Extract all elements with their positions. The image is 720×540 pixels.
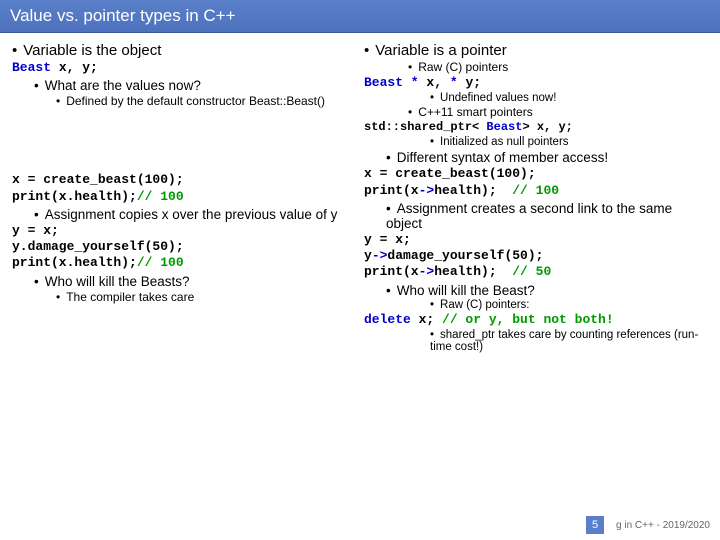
code-text: x; — [411, 312, 442, 327]
sharedptr-text: shared_ptr takes care by counting refere… — [430, 329, 698, 353]
assign-text: Assignment copies x over the previous va… — [45, 207, 338, 222]
comment: // 50 — [497, 264, 552, 279]
slide-title: Value vs. pointer types in C++ — [0, 0, 720, 33]
kw-arrow: -> — [372, 248, 388, 263]
right-initnull: •Initialized as null pointers — [364, 136, 708, 148]
a-text: Defined by the default constructor Beast… — [66, 94, 325, 108]
right-code-shared: std::shared_ptr< Beast> x, y; — [364, 120, 708, 135]
code-line: y = x; — [12, 223, 59, 238]
left-q-values: •What are the values now? — [12, 78, 356, 93]
kw-arrow: -> — [419, 264, 435, 279]
code-text: x, y; — [51, 60, 98, 75]
right-kill-q: •Who will kill the Beast? — [364, 283, 708, 298]
right-sharedptr-note: •shared_ptr takes care by counting refer… — [364, 329, 708, 353]
code-text: std::shared_ptr< — [364, 120, 486, 134]
code-line: print(x.health); — [12, 255, 137, 270]
code-text: print(x — [364, 264, 419, 279]
slide-footer: 5 g in C++ - 2019/2020 — [586, 516, 710, 534]
comment: // 100 — [137, 255, 184, 270]
left-a-defined: •Defined by the default constructor Beas… — [12, 94, 356, 108]
code-text: health); — [434, 183, 496, 198]
comment: // 100 — [137, 189, 184, 204]
rawc-text: Raw (C) pointers — [418, 60, 508, 74]
right-undef: •Undefined values now! — [364, 92, 708, 104]
left-kill-q: •Who will kill the Beasts? — [12, 274, 356, 289]
kill-a-text: The compiler takes care — [66, 290, 194, 304]
right-rawc: •Raw (C) pointers — [364, 60, 708, 74]
right-rawptr-note: •Raw (C) pointers: — [364, 299, 708, 311]
code-line: x = create_beast(100); — [364, 166, 536, 181]
left-heading: •Variable is the object — [12, 42, 356, 59]
right-assign-note: •Assignment creates a second link to the… — [364, 201, 708, 231]
code-text: health); — [434, 264, 496, 279]
code-text: damage_yourself(50); — [387, 248, 543, 263]
code-line: x = create_beast(100); — [12, 172, 184, 187]
code-text: y; — [458, 75, 481, 90]
kw: * — [450, 75, 458, 90]
right-heading-text: Variable is a pointer — [375, 42, 506, 59]
right-syntax: •Different syntax of member access! — [364, 150, 708, 165]
kw-beast: Beast — [12, 60, 51, 75]
kill-q-text: Who will kill the Beasts? — [45, 274, 190, 289]
course-label: g in C++ - 2019/2020 — [616, 520, 710, 531]
content-columns: •Variable is the object Beast x, y; •Wha… — [0, 33, 720, 354]
kw-arrow: -> — [419, 183, 435, 198]
comment: // or y, but not both! — [442, 312, 614, 327]
undef-text: Undefined values now! — [440, 92, 556, 104]
kw-delete: delete — [364, 312, 411, 327]
syntax-text: Different syntax of member access! — [397, 150, 608, 165]
kw: Beast — [486, 120, 522, 134]
left-code-create: x = create_beast(100); print(x.health);/… — [12, 172, 356, 205]
left-code-assign: y = x; y.damage_yourself(50); print(x.he… — [12, 223, 356, 272]
left-heading-text: Variable is the object — [23, 42, 161, 59]
code-text: x, — [419, 75, 450, 90]
rawptr-text: Raw (C) pointers: — [440, 299, 529, 311]
right-code-delete: delete x; // or y, but not both! — [364, 312, 708, 328]
assign-text: Assignment creates a second link to the … — [386, 201, 672, 231]
kw: Beast * — [364, 75, 419, 90]
right-code-rawdecl: Beast * x, * y; — [364, 75, 708, 91]
comment: // 100 — [512, 183, 559, 198]
left-column: •Variable is the object Beast x, y; •Wha… — [8, 39, 360, 354]
code-text: y — [364, 248, 372, 263]
initnull-text: Initialized as null pointers — [440, 136, 569, 148]
code-line: y.damage_yourself(50); — [12, 239, 184, 254]
q-text: What are the values now? — [45, 78, 201, 93]
left-code-decl: Beast x, y; — [12, 60, 356, 76]
smart-text: C++11 smart pointers — [418, 105, 533, 119]
right-smart: •C++11 smart pointers — [364, 105, 708, 119]
right-code-create: x = create_beast(100); print(x->health);… — [364, 166, 708, 199]
left-assign-note: •Assignment copies x over the previous v… — [12, 207, 356, 222]
right-code-assign: y = x; y->damage_yourself(50); print(x->… — [364, 232, 708, 281]
code-line: print(x.health); — [12, 189, 137, 204]
kill-q-text: Who will kill the Beast? — [397, 283, 535, 298]
right-column: •Variable is a pointer •Raw (C) pointers… — [360, 39, 712, 354]
code-text: > x, y; — [522, 120, 572, 134]
left-kill-a: •The compiler takes care — [12, 290, 356, 304]
right-heading: •Variable is a pointer — [364, 42, 708, 59]
code-line: y = x; — [364, 232, 411, 247]
page-number: 5 — [586, 516, 604, 534]
code-text: print(x — [364, 183, 419, 198]
